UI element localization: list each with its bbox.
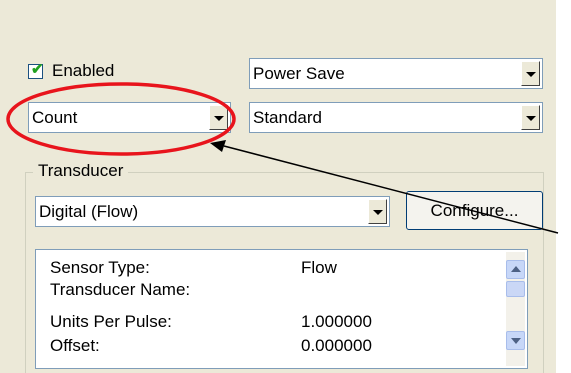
settings-panel: ✔ Enabled Power Save Count Standard Tran…	[0, 0, 556, 373]
property-key: Offset:	[50, 336, 100, 355]
standard-value: Standard	[253, 108, 322, 127]
property-key: Units Per Pulse:	[50, 312, 172, 331]
mode-combo[interactable]: Count	[28, 102, 231, 133]
property-value: 0.000000	[301, 336, 372, 355]
vertical-scrollbar[interactable]	[506, 252, 525, 366]
enabled-checkbox-row[interactable]: ✔ Enabled	[28, 59, 114, 83]
power-mode-combo[interactable]: Power Save	[249, 58, 543, 89]
scroll-up-button[interactable]	[506, 260, 525, 279]
standard-combo[interactable]: Standard	[249, 102, 543, 133]
transducer-group-label: Transducer	[33, 159, 129, 183]
standard-dropdown-button[interactable]	[521, 105, 540, 130]
power-mode-value: Power Save	[253, 64, 345, 83]
property-value: Flow	[301, 258, 337, 277]
scroll-down-button[interactable]	[506, 331, 525, 350]
mode-dropdown-button[interactable]	[209, 105, 228, 130]
transducer-properties-list[interactable]: Sensor Type: Flow Transducer Name: Units…	[35, 249, 528, 369]
power-mode-dropdown-button[interactable]	[521, 61, 540, 86]
enabled-label: Enabled	[52, 61, 115, 80]
checkmark-icon: ✔	[31, 60, 44, 78]
mode-value: Count	[32, 108, 78, 127]
transducer-type-combo[interactable]: Digital (Flow)	[35, 196, 390, 227]
configure-button[interactable]: Configure...	[406, 191, 543, 230]
scroll-thumb[interactable]	[506, 281, 525, 297]
property-key: Sensor Type:	[50, 258, 150, 277]
transducer-type-dropdown-button[interactable]	[368, 199, 387, 224]
transducer-type-value: Digital (Flow)	[39, 202, 139, 221]
property-key: Transducer Name:	[50, 280, 191, 299]
property-value: 1.000000	[301, 312, 372, 331]
enabled-checkbox[interactable]: ✔	[28, 61, 44, 79]
